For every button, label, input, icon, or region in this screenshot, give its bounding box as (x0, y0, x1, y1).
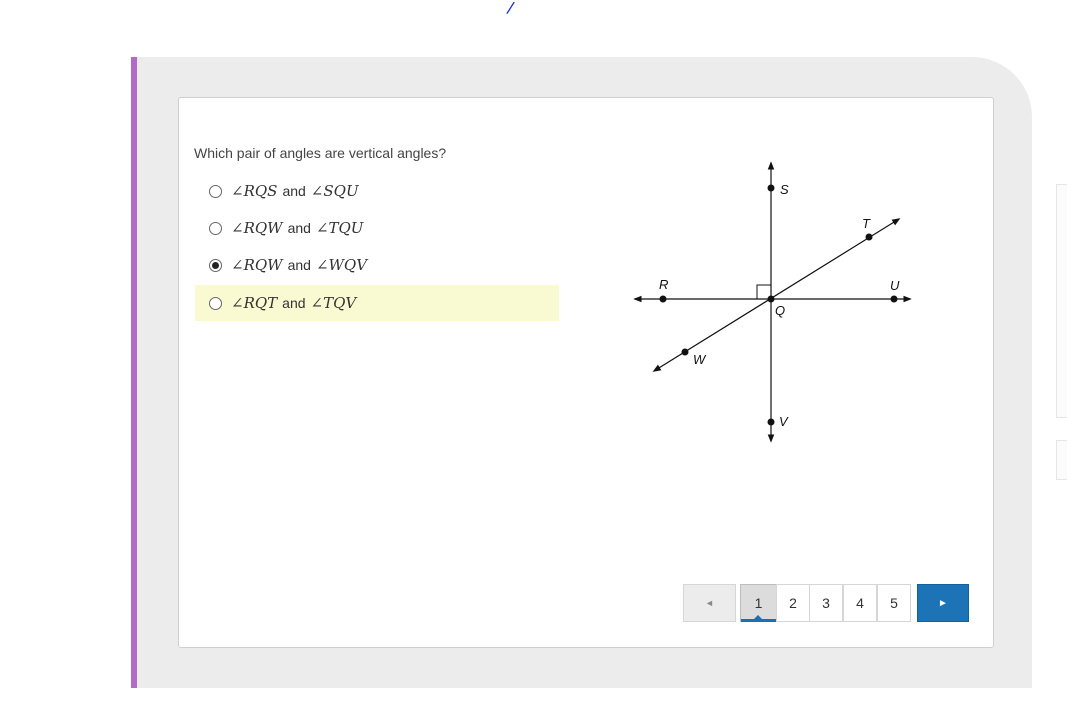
angle-a: ∠RQT (231, 294, 278, 312)
label-s: S (780, 182, 789, 197)
label-v: V (779, 414, 789, 429)
conjunction: and (287, 220, 311, 236)
next-page-button[interactable]: ► (917, 584, 969, 622)
angle-a: ∠RQW (231, 256, 283, 274)
angle-b: ∠TQV (310, 294, 357, 312)
label-r: R (659, 277, 668, 292)
page-button-1[interactable]: 1 (740, 584, 777, 622)
stray-pen-mark: / (505, 0, 516, 18)
angle-b: ∠WQV (315, 256, 368, 274)
radio-button[interactable] (209, 296, 222, 310)
angle-b: ∠TQU (315, 219, 364, 237)
previous-page-button[interactable]: ◄ (683, 584, 736, 622)
radio-button[interactable] (209, 221, 222, 235)
point-r (659, 295, 667, 303)
side-panel-edge-lower (1056, 440, 1067, 480)
page-button-2[interactable]: 2 (776, 584, 810, 622)
answer-choice-3[interactable]: ∠RQW and ∠WQV (195, 247, 559, 283)
line-wt (652, 218, 901, 372)
radio-button[interactable] (209, 184, 222, 198)
point-u (890, 295, 898, 303)
accent-bar (131, 57, 137, 688)
answer-choice-4[interactable]: ∠RQT and ∠TQV (195, 285, 559, 321)
point-q (767, 295, 775, 303)
page-button-5[interactable]: 5 (877, 584, 911, 622)
angle-diagram: S T R U Q W V (633, 161, 912, 443)
point-v (767, 418, 775, 426)
label-w: W (693, 352, 707, 367)
answer-choice-1[interactable]: ∠RQS and ∠SQU (195, 173, 559, 209)
label-u: U (890, 278, 900, 293)
point-w (681, 348, 689, 356)
point-t (865, 233, 873, 241)
point-s (767, 184, 775, 192)
label-t: T (862, 216, 871, 231)
conjunction: and (287, 257, 311, 273)
radio-button-selected[interactable] (209, 258, 222, 272)
page-button-3[interactable]: 3 (809, 584, 843, 622)
angle-a: ∠RQS (231, 182, 278, 200)
angle-a: ∠RQW (231, 219, 283, 237)
conjunction: and (282, 295, 306, 311)
side-panel-edge (1056, 184, 1067, 418)
question-text: Which pair of angles are vertical angles… (194, 145, 447, 161)
conjunction: and (282, 183, 306, 199)
answer-choice-2[interactable]: ∠RQW and ∠TQU (195, 210, 559, 246)
question-card: Which pair of angles are vertical angles… (178, 97, 994, 648)
angle-b: ∠SQU (310, 182, 359, 200)
label-q: Q (775, 303, 785, 318)
page-button-4[interactable]: 4 (843, 584, 877, 622)
